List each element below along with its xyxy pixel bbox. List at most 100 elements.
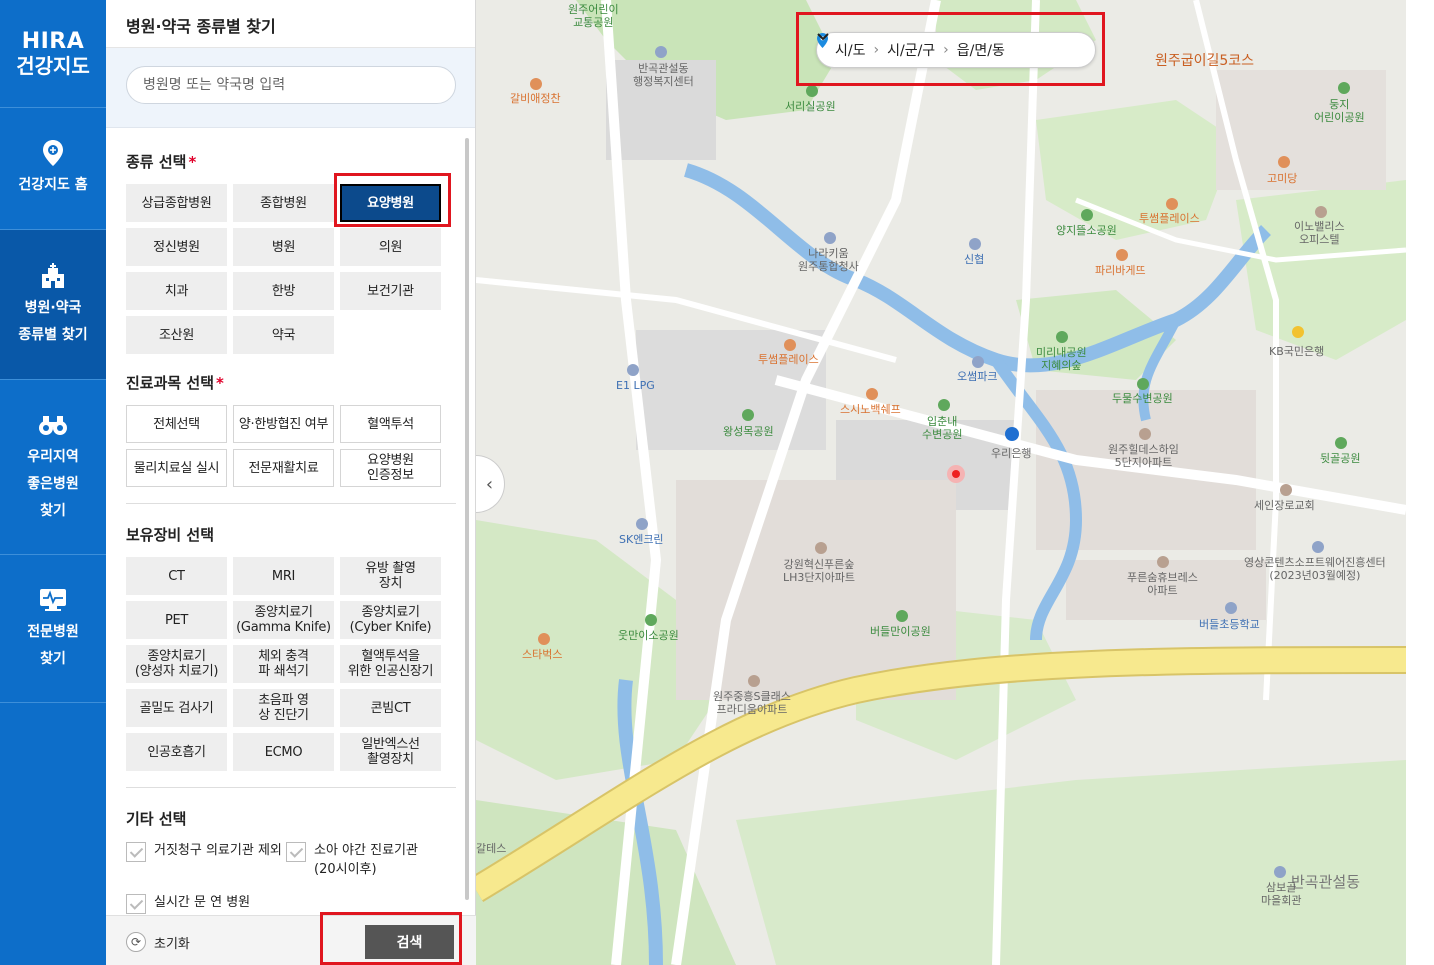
etc-option-open-now[interactable]: 실시간 문 연 병원: [126, 893, 326, 914]
nav-item-type-search[interactable]: 병원·약국 종류별 찾기: [0, 230, 106, 380]
equip-option-dialyzer[interactable]: 혈액투석을 위한 인공신장기: [340, 645, 441, 683]
dept-option-rehab[interactable]: 전문재활치료: [233, 449, 334, 487]
map-label[interactable]: 투썸플레이스: [1139, 212, 1200, 225]
map-label[interactable]: 반곡관설동 행정복지센터: [633, 62, 694, 88]
map-label[interactable]: 갈테스: [476, 842, 506, 855]
type-option-mental[interactable]: 정신병원: [126, 228, 227, 266]
equip-option-mri[interactable]: MRI: [233, 557, 334, 595]
map-label[interactable]: 버들만이공원: [870, 625, 931, 638]
map-label[interactable]: 두물수변공원: [1112, 392, 1173, 405]
hospital-search-input[interactable]: [126, 66, 456, 104]
equip-option-proton[interactable]: 종양치료기 (양성자 치료기): [126, 645, 227, 683]
map-label[interactable]: 스시노백쉐프: [840, 403, 901, 416]
map-label[interactable]: 투썸플레이스: [758, 353, 819, 366]
dept-option-certification[interactable]: 요양병원 인증정보: [340, 449, 441, 487]
equip-option-mammography[interactable]: 유방 촬영 장치: [340, 557, 441, 595]
map-label[interactable]: 파리바게뜨: [1095, 264, 1146, 277]
checkbox[interactable]: [126, 894, 146, 914]
panel-scrollbar[interactable]: [465, 138, 469, 900]
nav-item-label: 건강지도 홈: [18, 177, 88, 193]
map-view[interactable]: 원주어린이 교통공원 반곡관설동 행정복지센터 갈비애정찬 서리실공원 원주굽이…: [476, 0, 1406, 965]
type-option-hospital[interactable]: 병원: [233, 228, 334, 266]
equip-option-lithotripter[interactable]: 체외 충격 파 쇄석기: [233, 645, 334, 683]
etc-section-title: 기타 선택: [126, 810, 187, 828]
type-option-general[interactable]: 종합병원: [233, 184, 334, 222]
nav-item-label: 병원·약국 종류별 찾기: [18, 299, 88, 343]
map-label[interactable]: E1 LPG: [616, 379, 655, 392]
map-label[interactable]: 이노밸리스 오피스텔: [1294, 220, 1345, 246]
map-label[interactable]: 버들초등학교: [1199, 618, 1260, 631]
map-label[interactable]: KB국민은행: [1269, 345, 1324, 358]
map-label[interactable]: 삼보골 마을회관: [1261, 881, 1301, 907]
type-option-nursing[interactable]: 요양병원: [340, 184, 441, 222]
left-nav: HIRA 건강지도 건강지도 홈 병원·약국 종류별 찾기 우리지역 좋은병원 …: [0, 0, 106, 965]
etc-section: 기타 선택 거짓청구 의료기관 제외 소아 야간 진료기관 (20시이후) 실시…: [106, 808, 476, 915]
type-option-midwife[interactable]: 조산원: [126, 316, 227, 354]
type-option-clinic[interactable]: 의원: [340, 228, 441, 266]
equip-option-cbct[interactable]: 콘빔CT: [340, 689, 441, 727]
equip-option-pet[interactable]: PET: [126, 601, 227, 639]
equip-option-cyber-knife[interactable]: 종양치료기 (Cyber Knife): [340, 601, 441, 639]
map-label[interactable]: 둥지 어린이공원: [1314, 98, 1365, 124]
map-label[interactable]: 양지뜰소공원: [1056, 224, 1117, 237]
map-label[interactable]: 왕성목공원: [723, 425, 774, 438]
type-option-oriental[interactable]: 한방: [233, 272, 334, 310]
map-label[interactable]: 서리실공원: [785, 100, 836, 113]
dept-option-integrated[interactable]: 양·한방협진 여부: [233, 405, 334, 443]
equip-option-ventilator[interactable]: 인공호흡기: [126, 733, 227, 771]
map-label[interactable]: 스타벅스: [522, 648, 562, 661]
type-option-dental[interactable]: 치과: [126, 272, 227, 310]
reset-button[interactable]: ⟳ 초기화: [126, 932, 190, 952]
etc-option-night-pediatric[interactable]: 소아 야간 진료기관 (20시이후): [286, 841, 456, 879]
required-mark: *: [216, 374, 224, 392]
map-label[interactable]: 영상콘텐츠소프트웨어진흥센터 (2023년03월예정): [1244, 556, 1386, 582]
dept-option-select-all[interactable]: 전체선택: [126, 405, 227, 443]
nav-item-good-hospital[interactable]: 우리지역 좋은병원 찾기: [0, 380, 106, 555]
equip-option-ct[interactable]: CT: [126, 557, 227, 595]
map-label[interactable]: 신협: [964, 253, 984, 266]
type-section-title: 종류 선택 *: [126, 151, 456, 172]
equip-option-gamma-knife[interactable]: 종양치료기 (Gamma Knife): [233, 601, 334, 639]
checkbox-label: 소아 야간 진료기관 (20시이후): [314, 843, 418, 877]
checkbox[interactable]: [286, 842, 306, 862]
map-label[interactable]: 고미당: [1267, 172, 1297, 185]
equip-option-ultrasound[interactable]: 초음파 영 상 진단기: [233, 689, 334, 727]
map-label[interactable]: 우리은행: [991, 447, 1031, 460]
map-label[interactable]: 원주중흥S클래스 프라디움아파트: [713, 690, 791, 716]
equip-option-bone-density[interactable]: 골밀도 검사기: [126, 689, 227, 727]
region-level1[interactable]: 시/도: [835, 40, 865, 60]
map-label[interactable]: 원주힐데스하임 5단지아파트: [1108, 443, 1179, 469]
equip-option-xray[interactable]: 일반엑스선 촬영장치: [340, 733, 441, 771]
map-label[interactable]: 나라키움 원주통합청사: [798, 247, 859, 273]
nav-item-specialty[interactable]: 전문병원 찾기: [0, 555, 106, 703]
map-label[interactable]: 원주굽이길5코스: [1155, 54, 1254, 68]
dept-option-physio[interactable]: 물리치료실 실시: [126, 449, 227, 487]
region-level3[interactable]: 읍/면/동: [957, 40, 1005, 60]
equip-option-ecmo[interactable]: ECMO: [233, 733, 334, 771]
type-option-public-health[interactable]: 보건기관: [340, 272, 441, 310]
nav-item-home[interactable]: 건강지도 홈: [0, 108, 106, 230]
hira-logo[interactable]: HIRA 건강지도: [0, 0, 106, 108]
binoculars-icon: [38, 410, 68, 440]
type-title-text: 종류 선택: [126, 153, 187, 171]
map-label[interactable]: 미리내공원 지혜의숲: [1036, 346, 1087, 372]
map-label[interactable]: 원주어린이 교통공원: [568, 3, 619, 29]
logo-line1: HIRA: [21, 28, 85, 54]
checkbox[interactable]: [126, 842, 146, 862]
type-option-tertiary[interactable]: 상급종합병원: [126, 184, 227, 222]
search-button[interactable]: 검색: [365, 925, 454, 959]
map-label[interactable]: 오썸파크: [957, 370, 997, 383]
map-label[interactable]: 세인장로교회: [1254, 499, 1315, 512]
dept-option-dialysis[interactable]: 혈액투석: [340, 405, 441, 443]
map-label[interactable]: SK엔크린: [619, 533, 664, 546]
type-option-pharmacy[interactable]: 약국: [233, 316, 334, 354]
map-label[interactable]: 뒷골공원: [1320, 452, 1360, 465]
region-level2[interactable]: 시/군/구: [887, 40, 935, 60]
map-label[interactable]: 웃만이소공원: [618, 629, 679, 642]
etc-option-exclude-fraud[interactable]: 거짓청구 의료기관 제외: [126, 841, 286, 879]
map-label[interactable]: 푸른숨휴브레스 아파트: [1127, 571, 1198, 597]
map-label[interactable]: 입춘내 수변공원: [922, 415, 962, 441]
map-label[interactable]: 갈비애정찬: [510, 92, 561, 105]
region-selector[interactable]: 시/도 › 시/군/구 › 읍/면/동: [816, 32, 1096, 68]
map-label[interactable]: 강원혁신푸른숲 LH3단지아파트: [783, 558, 855, 584]
